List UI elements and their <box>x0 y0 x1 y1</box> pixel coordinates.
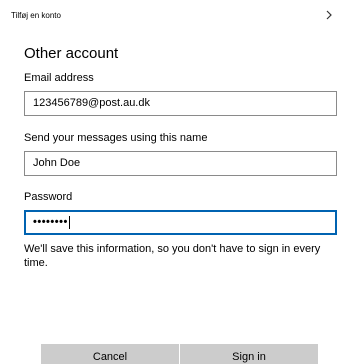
page-title: Other account <box>24 45 119 62</box>
email-label: Email address <box>24 72 94 84</box>
cancel-button[interactable]: Cancel <box>41 344 179 364</box>
info-text: We'll save this information, so you don'… <box>24 243 321 269</box>
chevron-right-icon[interactable] <box>325 9 335 21</box>
chevron-right-icon-glyph <box>326 10 332 20</box>
display-name-field[interactable]: John Doe <box>24 151 337 176</box>
window-title: Tilføj en konto <box>11 11 61 20</box>
sign-in-button[interactable]: Sign in <box>180 344 318 364</box>
title-bar: Tilføj en konto <box>0 0 338 34</box>
password-field[interactable]: •••••••• <box>24 210 337 235</box>
password-masked-value: •••••••• <box>33 216 68 228</box>
text-caret <box>68 215 70 229</box>
display-name-label: Send your messages using this name <box>24 132 208 144</box>
password-label: Password <box>24 191 73 203</box>
email-field[interactable]: 123456789@post.au.dk <box>24 91 337 116</box>
